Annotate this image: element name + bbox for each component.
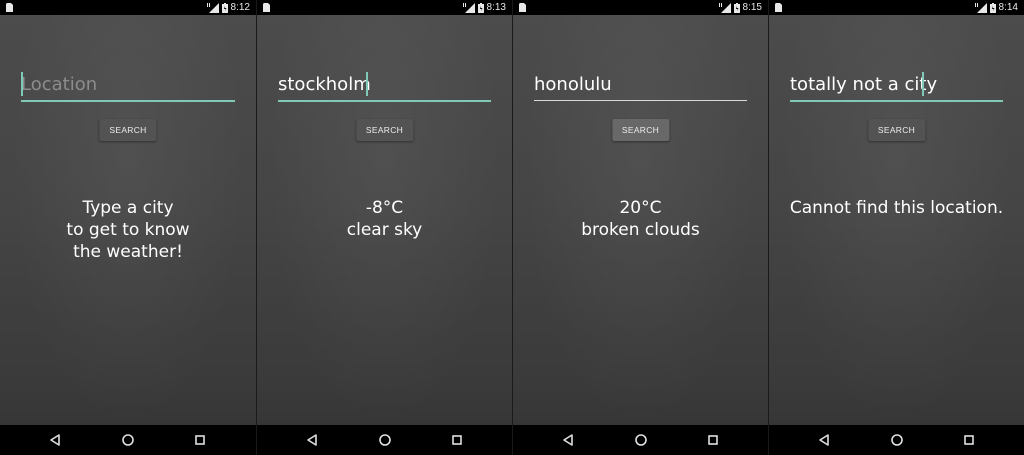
text-cursor [922,72,924,96]
phone-screen-4: 8:14 SEARCH Cannot find this location. [768,0,1024,455]
sd-card-icon [519,3,526,12]
status-bar: 8:14 [769,0,1024,15]
signal-icon [718,2,731,13]
navigation-bar [513,425,768,455]
location-field[interactable] [21,70,235,102]
search-button[interactable]: SEARCH [99,119,157,141]
status-bar: 8:12 [0,0,256,15]
result-line: to get to know [66,220,190,240]
weather-result-text: Type a city to get to know the weather! [8,197,248,263]
back-icon[interactable] [817,433,831,447]
recent-apps-icon[interactable] [450,433,464,447]
result-line: Type a city [82,198,174,218]
navigation-bar [0,425,256,455]
home-icon[interactable] [634,433,648,447]
result-line: Cannot find this location. [789,198,1004,218]
back-icon[interactable] [48,433,62,447]
phone-screen-2: 8:13 SEARCH -8°C clear sky [256,0,512,455]
result-line: 20°C [619,198,662,218]
location-input[interactable] [534,72,747,96]
recent-apps-icon[interactable] [706,433,720,447]
screenshots-row: 8:12 SEARCH Type a city to get to know t… [0,0,1024,455]
result-line: the weather! [73,242,183,262]
navigation-bar [257,425,512,455]
weather-result-text: 20°C broken clouds [521,197,760,241]
battery-icon [733,2,740,13]
sd-card-icon [6,3,13,12]
location-field[interactable] [790,70,1003,102]
status-time: 8:13 [486,2,506,13]
status-bar: 8:13 [257,0,512,15]
recent-apps-icon[interactable] [193,433,207,447]
signal-icon [974,2,987,13]
recent-apps-icon[interactable] [962,433,976,447]
home-icon[interactable] [378,433,392,447]
status-bar: 8:15 [513,0,768,15]
home-icon[interactable] [890,433,904,447]
navigation-bar [769,425,1024,455]
search-button[interactable]: SEARCH [611,119,670,141]
sd-card-icon [775,3,782,12]
battery-icon [221,2,228,13]
weather-result-text: Cannot find this location. [777,197,1016,219]
result-line: -8°C [365,198,404,218]
result-line: broken clouds [581,220,700,240]
location-input[interactable] [790,72,1003,96]
location-input[interactable] [278,72,491,96]
battery-icon [989,2,996,13]
location-input[interactable] [21,72,235,96]
back-icon[interactable] [305,433,319,447]
search-button[interactable]: SEARCH [355,119,414,141]
phone-screen-3: 8:15 SEARCH 20°C broken clouds [512,0,768,455]
back-icon[interactable] [561,433,575,447]
status-time: 8:14 [998,2,1018,13]
phone-screen-1: 8:12 SEARCH Type a city to get to know t… [0,0,256,455]
result-line: clear sky [346,220,423,240]
weather-result-text: -8°C clear sky [265,197,504,241]
home-icon[interactable] [121,433,135,447]
location-field[interactable] [278,70,491,102]
status-time: 8:12 [230,2,250,13]
battery-icon [477,2,484,13]
text-cursor [366,72,368,96]
text-cursor [21,72,23,96]
location-field[interactable] [534,70,747,101]
signal-icon [462,2,475,13]
status-time: 8:15 [742,2,762,13]
search-button[interactable]: SEARCH [867,119,926,141]
sd-card-icon [263,3,270,12]
signal-icon [206,2,219,13]
